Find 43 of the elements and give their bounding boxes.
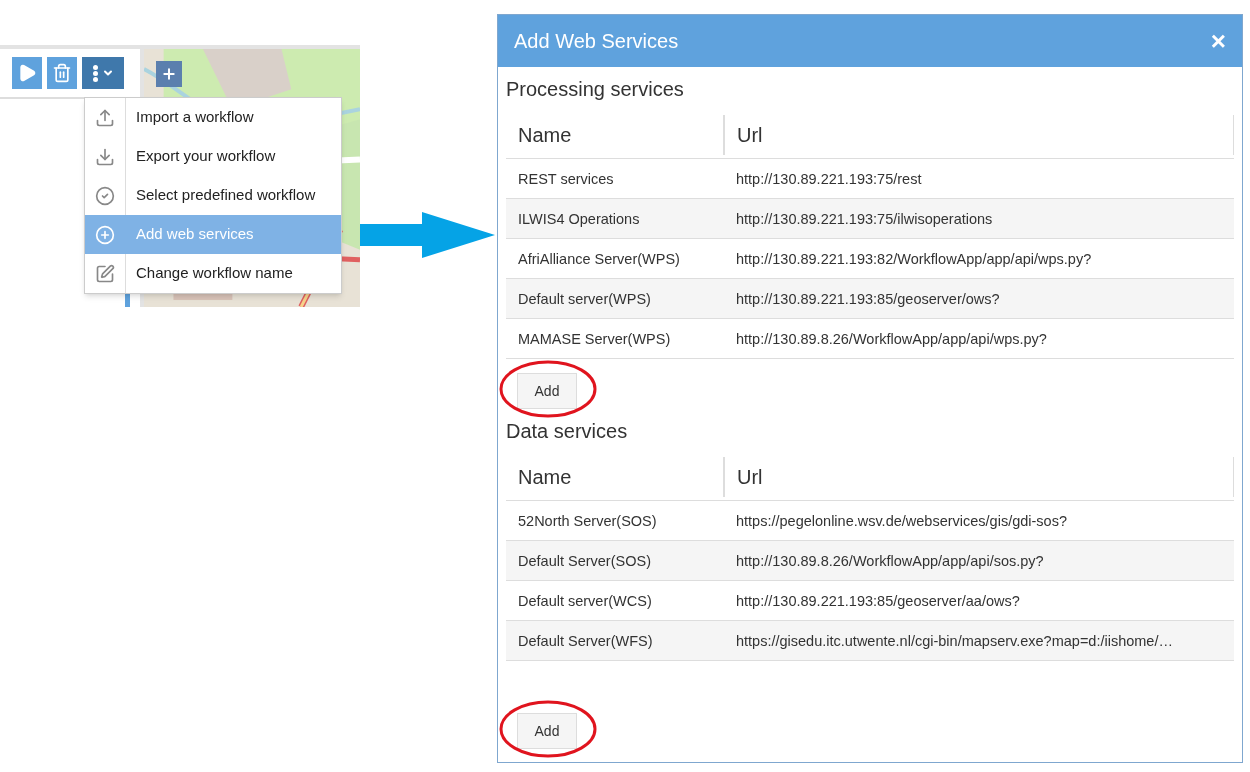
check-circle-icon <box>95 185 115 206</box>
column-header: Name <box>518 464 572 490</box>
column-header: Name <box>518 122 572 148</box>
table-cell: ILWIS4 Operations <box>518 210 640 227</box>
section-title: Data services <box>505 419 629 444</box>
table-cell: Default server(WPS) <box>518 290 651 307</box>
dialog-title: Add Web Services <box>514 29 679 54</box>
table-cell: Default Server(SOS) <box>518 552 651 569</box>
column-header: Url <box>737 464 763 490</box>
run-button[interactable] <box>12 57 42 89</box>
table-cell: http://130.89.221.193:85/geoserver/ows? <box>736 290 1000 307</box>
play-icon <box>17 63 37 83</box>
download-icon <box>95 146 115 167</box>
table-cell: http://130.89.221.193:75/ilwisoperations <box>736 210 993 227</box>
menu-item[interactable]: Change workflow name <box>85 254 341 293</box>
table-cell: http://130.89.221.193:82/WorkflowApp/app/api/wps.py? <box>736 250 1092 267</box>
table-cell: REST services <box>518 170 614 187</box>
edit-icon <box>95 263 115 284</box>
menu-item[interactable]: Import a workflow <box>85 98 341 137</box>
table-cell: http://130.89.8.26/WorkflowApp/app/api/sos.py? <box>736 552 1044 569</box>
section-title: Processing services <box>505 77 685 102</box>
menu-button[interactable] <box>82 57 124 89</box>
table-cell: 52North Server(SOS) <box>518 512 657 529</box>
table-cell: Default Server(WFS) <box>518 632 653 649</box>
table-cell: Default server(WCS) <box>518 592 652 609</box>
table-cell: http://130.89.221.193:85/geoserver/aa/ows? <box>736 592 1020 609</box>
delete-button[interactable] <box>47 57 77 89</box>
more-icon <box>92 64 98 82</box>
table-cell: AfriAlliance Server(WPS) <box>518 250 680 267</box>
trash-icon <box>52 63 72 83</box>
table-cell: https://gisedu.itc.utwente.nl/cgi-bin/mapserv.exe?map=d:/iishome/… <box>736 632 1173 649</box>
add-button[interactable]: Add <box>517 713 577 749</box>
table-cell: http://130.89.8.26/WorkflowApp/app/api/wps.py? <box>736 330 1047 347</box>
add-button[interactable]: Add <box>517 373 577 409</box>
zoom-in-button[interactable] <box>156 61 182 87</box>
upload-icon <box>95 107 115 128</box>
table-cell: https://pegelonline.wsv.de/webservices/gis/gdi-sos? <box>736 512 1067 529</box>
column-header: Url <box>737 122 763 148</box>
plus-circle-icon <box>95 224 115 245</box>
menu-item[interactable]: Export your workflow <box>85 137 341 176</box>
table-cell: http://130.89.221.193:75/rest <box>736 170 922 187</box>
table-cell: MAMASE Server(WPS) <box>518 330 671 347</box>
plus-icon <box>161 66 177 82</box>
